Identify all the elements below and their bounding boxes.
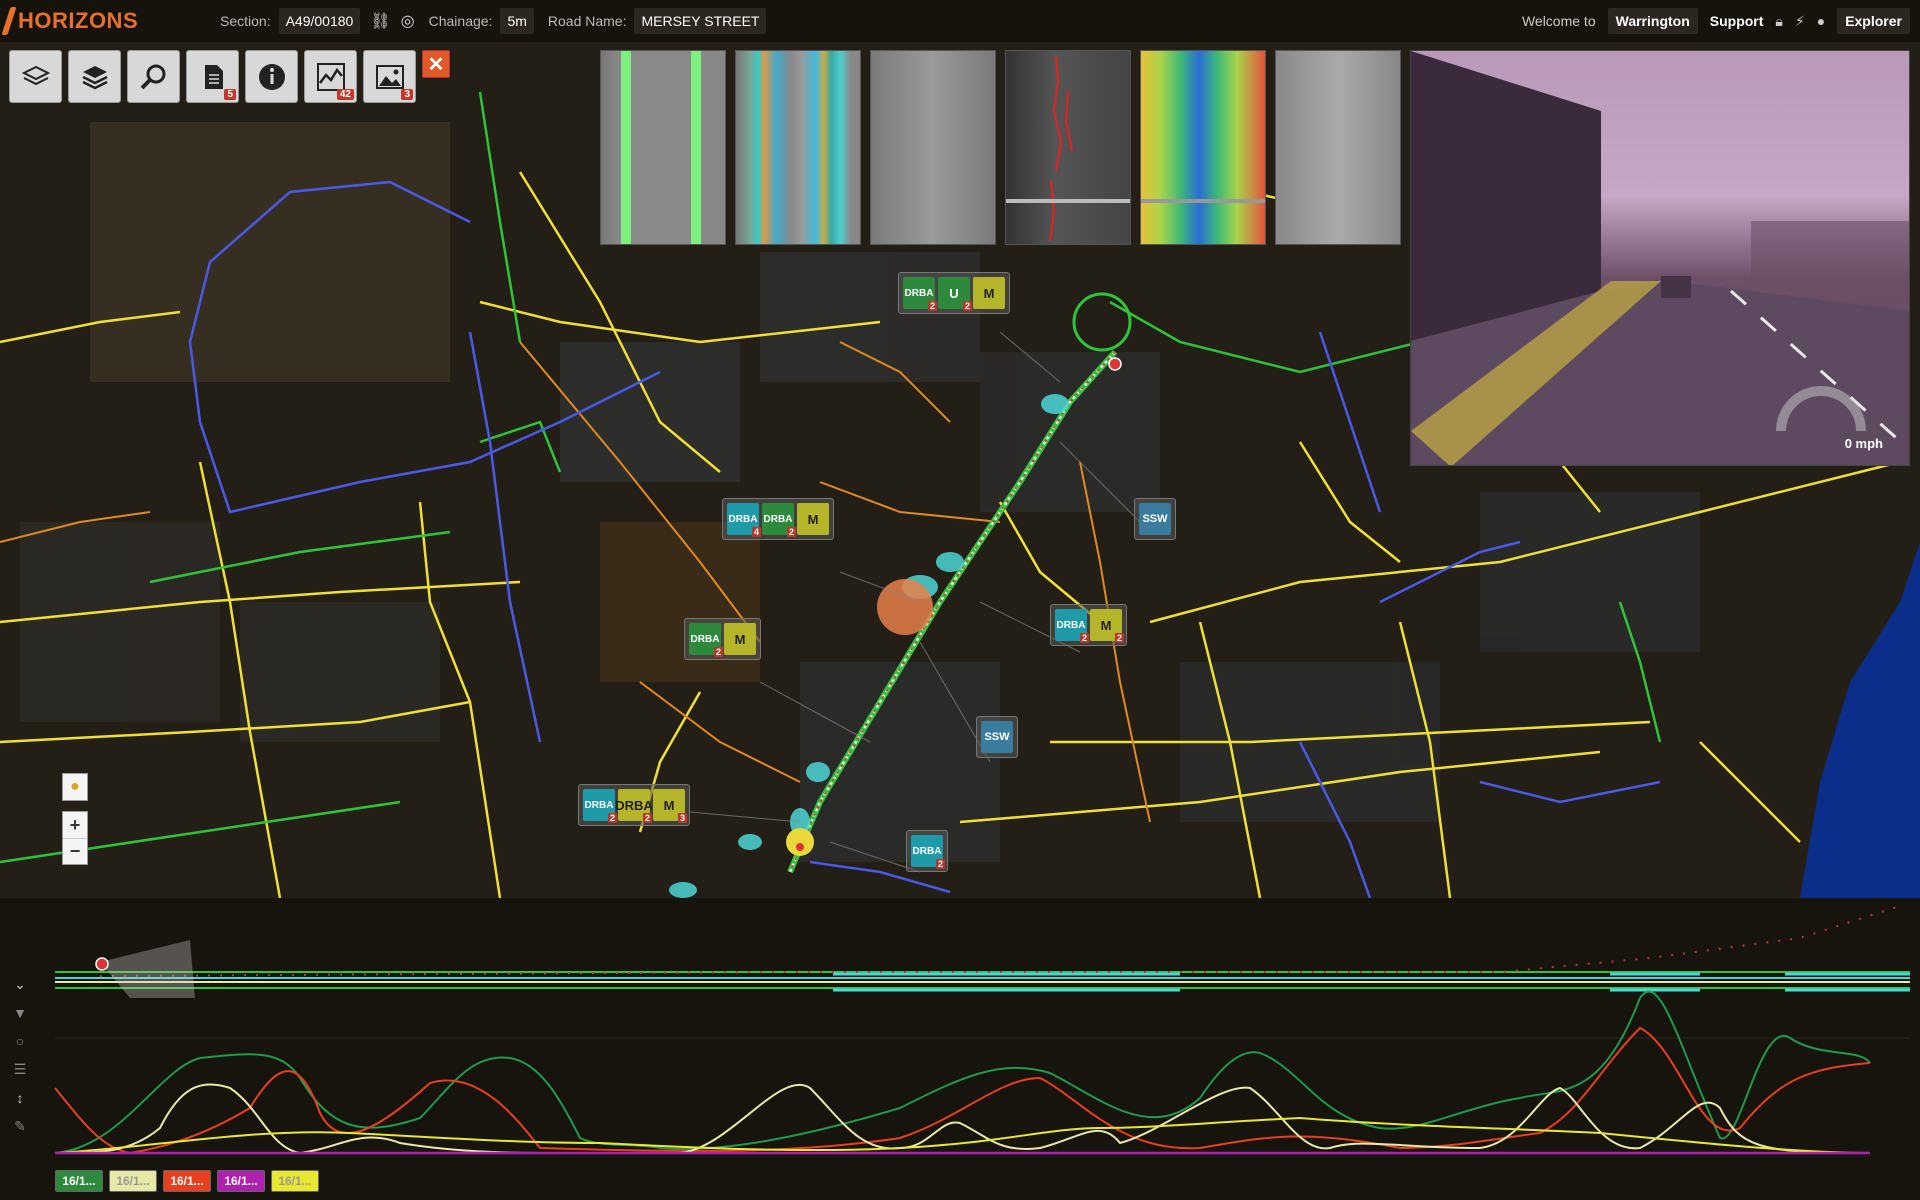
chainage-label: Chainage: <box>428 13 493 29</box>
top-right-menu: Welcome to Warrington Support 🔒︎ ⚡︎ ● Ex… <box>1522 0 1910 42</box>
marker-chip[interactable]: DRBA 2 <box>689 623 723 657</box>
zoom-in-button[interactable]: + <box>63 812 87 838</box>
image-button[interactable]: 3 <box>363 50 416 103</box>
marker-chip[interactable]: DRBA 4 <box>727 503 761 537</box>
section-value[interactable]: A49/00180 <box>278 8 361 34</box>
marker-chip[interactable]: DRBA 2 <box>1055 609 1089 643</box>
road-name-label: Road Name: <box>547 13 627 29</box>
marker-chip[interactable]: U2 <box>938 277 972 311</box>
map-marker-group[interactable]: SSW <box>1134 498 1176 540</box>
map-marker-group[interactable]: DRBA 2 <box>906 830 948 872</box>
chart-badge: 42 <box>336 89 354 100</box>
search-button[interactable] <box>127 50 180 103</box>
zoom-control: + − <box>62 811 88 865</box>
document-icon <box>204 64 223 89</box>
chevron-down-icon[interactable]: ⌄ <box>8 976 32 993</box>
map-marker-group[interactable]: DRBA 4 DRBA 2 M <box>722 498 834 540</box>
chainage-value[interactable]: 5m <box>500 8 534 34</box>
graph-position-marker <box>95 957 109 971</box>
strip-surface[interactable] <box>870 50 996 245</box>
link-icon[interactable]: ⛓ <box>370 11 390 31</box>
help-icon[interactable]: ● <box>1817 13 1825 29</box>
layers-stack-button[interactable] <box>68 50 121 103</box>
marker-chip[interactable]: DRBA 2 <box>762 503 796 537</box>
document-button[interactable]: 5 <box>186 50 239 103</box>
marker-chip[interactable]: DRBA 2 <box>615 789 653 823</box>
logo-text: HORIZONS <box>18 8 139 33</box>
layers-stack-icon <box>81 65 108 89</box>
search-icon[interactable]: ○ <box>8 1033 32 1049</box>
marker-chip[interactable]: M <box>973 277 1005 309</box>
legend-item-0[interactable]: 16/1... <box>55 1170 103 1192</box>
layers-button[interactable] <box>9 50 62 103</box>
marker-chip[interactable]: SSW <box>1139 503 1171 535</box>
close-button[interactable]: ✕ <box>422 50 450 78</box>
road-name-value[interactable]: MERSEY STREET <box>634 8 767 34</box>
marker-chip[interactable]: SSW <box>981 721 1013 753</box>
legend-item-4[interactable]: 16/1... <box>271 1170 319 1192</box>
filter-icon[interactable]: ▼ <box>8 1005 32 1021</box>
strip-texture[interactable] <box>735 50 861 245</box>
org-button[interactable]: Warrington <box>1607 8 1698 34</box>
marker-chip[interactable]: M3 <box>653 789 687 823</box>
image-badge: 3 <box>401 89 413 100</box>
section-label: Section: <box>220 13 271 29</box>
road-image-strips <box>600 50 1401 245</box>
river <box>1800 542 1920 898</box>
map-marker-group[interactable]: SSW <box>976 716 1018 758</box>
map-marker-group[interactable]: DRBA 2 DRBA 2 M3 <box>578 784 690 826</box>
map-toolbar: 5 42 3 ✕ <box>9 50 450 103</box>
document-badge: 5 <box>224 89 236 100</box>
strip-lane-markings[interactable] <box>600 50 726 245</box>
support-link[interactable]: Support <box>1710 13 1764 29</box>
graph-canvas <box>54 905 1910 1155</box>
info-button[interactable] <box>245 50 298 103</box>
zoom-out-button[interactable]: − <box>63 838 87 864</box>
logo-mark <box>1 7 17 35</box>
graph-legend: 16/1... 16/1... 16/1... 16/1... 16/1... <box>55 1170 319 1192</box>
lock-icon[interactable]: 🔒︎ <box>1775 13 1782 30</box>
strip-cracks[interactable] <box>1005 50 1131 245</box>
street-video-panel[interactable]: 0 mph <box>1410 50 1910 466</box>
vehicle-position <box>1108 357 1122 371</box>
lightning-icon[interactable]: ⚡︎ <box>1795 13 1805 30</box>
strip-heatmap[interactable] <box>1140 50 1266 245</box>
speed-readout: 0 mph <box>1844 436 1883 451</box>
horizons-logo[interactable]: HORIZONS <box>1 7 206 35</box>
marker-chip[interactable]: M <box>797 503 829 535</box>
map-marker-group[interactable]: DRBA 2 M2 <box>1050 604 1127 646</box>
pen-icon[interactable]: ✎ <box>8 1118 32 1135</box>
map-marker-group[interactable]: DRBA 2 U2 M <box>898 272 1010 314</box>
search-icon <box>140 64 165 89</box>
crack-overlay <box>1049 55 1073 242</box>
marker-chip[interactable]: DRBA 2 <box>911 835 945 869</box>
vertical-resize-icon[interactable]: ↕ <box>8 1090 32 1106</box>
marker-chip[interactable]: DRBA 2 <box>583 789 617 823</box>
orange-area <box>877 579 933 635</box>
street-view-pegman-icon[interactable]: ● <box>62 773 88 801</box>
map-marker-group[interactable]: DRBA 2 M <box>684 618 761 660</box>
graph-panel: ⌄ ▼ ○ ☰ ↕ ✎ 16/1... 16/1... 16/1... 16/1… <box>0 898 1920 1200</box>
roundabout <box>1072 292 1132 352</box>
strip-raw[interactable] <box>1275 50 1401 245</box>
marker-chip[interactable]: M <box>724 623 756 655</box>
graph-side-tools: ⌄ ▼ ○ ☰ ↕ ✎ <box>8 976 32 1135</box>
legend-item-2[interactable]: 16/1... <box>163 1170 211 1192</box>
street-scene <box>1411 51 1909 465</box>
locate-icon[interactable]: ◎ <box>401 11 415 31</box>
chart-button[interactable]: 42 <box>304 50 357 103</box>
welcome-text: Welcome to <box>1521 13 1596 29</box>
info-icon <box>258 63 285 90</box>
chart-icon <box>316 62 345 91</box>
legend-item-1[interactable]: 16/1... <box>109 1170 157 1192</box>
image-icon <box>375 64 404 89</box>
marker-chip[interactable]: DRBA 2 <box>903 277 937 311</box>
marker-chip[interactable]: M2 <box>1090 609 1124 643</box>
legend-item-3[interactable]: 16/1... <box>217 1170 265 1192</box>
top-bar: HORIZONS Section: A49/00180 ⛓ ◎ Chainage… <box>0 0 1920 42</box>
route-end-marker <box>786 828 814 856</box>
layers-icon <box>21 65 50 85</box>
list-icon[interactable]: ☰ <box>8 1061 32 1078</box>
explorer-button[interactable]: Explorer <box>1837 8 1910 34</box>
